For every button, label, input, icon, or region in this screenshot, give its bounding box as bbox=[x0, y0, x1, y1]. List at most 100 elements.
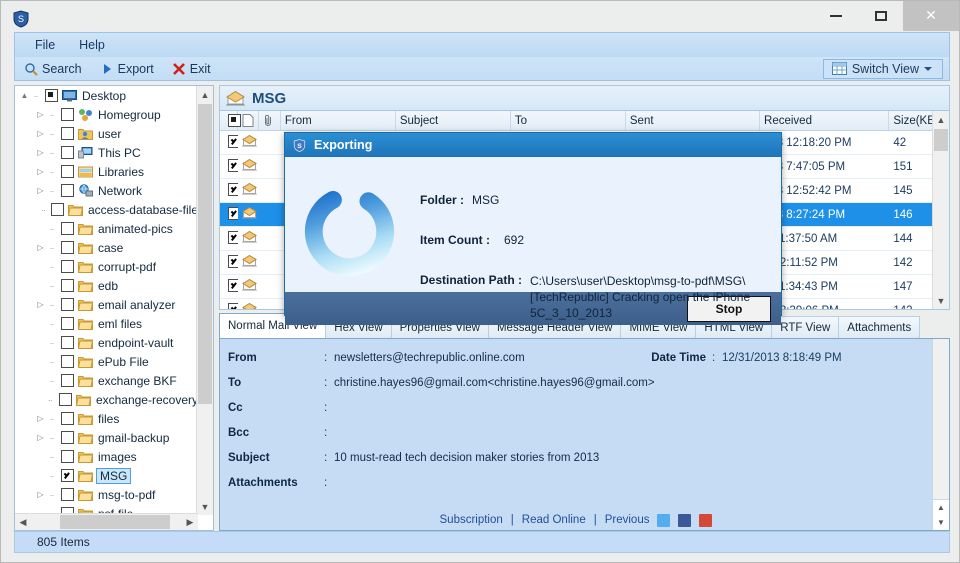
tree-checkbox[interactable] bbox=[61, 184, 74, 197]
tree-checkbox[interactable] bbox=[58, 393, 72, 406]
tree-item-endpoint-vault[interactable]: ·· endpoint-vault bbox=[15, 333, 198, 352]
grid-vertical-scrollbar[interactable]: ▲ ▼ bbox=[932, 111, 949, 309]
row-checkbox[interactable] bbox=[220, 302, 238, 309]
close-button[interactable]: ✕ bbox=[903, 1, 959, 31]
expander-icon[interactable]: ▷ bbox=[35, 432, 46, 443]
row-checkbox[interactable] bbox=[220, 134, 238, 151]
grid-scroll-thumb[interactable] bbox=[934, 129, 948, 151]
googleplus-icon[interactable] bbox=[699, 513, 713, 527]
expander-icon[interactable]: ▷ bbox=[35, 299, 46, 310]
folder-tree[interactable]: ▲ ·· Desktop ▷ ·· Homegroup ▷ ·· user ▷ ·· This PC ▷… bbox=[15, 86, 198, 515]
tree-checkbox[interactable] bbox=[61, 431, 74, 444]
grid-column-header[interactable]: From bbox=[281, 111, 396, 130]
expander-icon[interactable]: ▷ bbox=[35, 166, 46, 177]
tree-item-images[interactable]: ·· images bbox=[15, 447, 198, 466]
tree-checkbox[interactable] bbox=[61, 412, 74, 425]
expander-icon[interactable]: ▷ bbox=[35, 489, 46, 500]
twitter-icon[interactable] bbox=[657, 513, 671, 527]
exit-button[interactable]: Exit bbox=[163, 60, 220, 78]
expander-icon[interactable]: ▷ bbox=[35, 242, 46, 253]
tree-item-libraries[interactable]: ▷ ·· Libraries bbox=[15, 162, 198, 181]
tree-item-exchange-bkf[interactable]: ·· exchange BKF bbox=[15, 371, 198, 390]
tree-checkbox[interactable] bbox=[50, 203, 64, 216]
tree-checkbox[interactable] bbox=[61, 298, 74, 311]
export-button[interactable]: Export bbox=[91, 60, 163, 78]
expander-icon[interactable]: ▷ bbox=[35, 147, 46, 158]
tree-item-msg-to-pdf[interactable]: ▷ ·· msg-to-pdf bbox=[15, 485, 198, 504]
tree-checkbox[interactable] bbox=[61, 241, 74, 254]
row-checkbox-box[interactable] bbox=[228, 182, 238, 196]
tree-checkbox[interactable] bbox=[61, 488, 74, 501]
preview-scroll-up-button[interactable]: ▲ bbox=[933, 499, 949, 515]
tree-checkbox[interactable] bbox=[61, 450, 74, 463]
tree-item-eml-files[interactable]: ·· eml files bbox=[15, 314, 198, 333]
minimize-button[interactable] bbox=[813, 1, 858, 31]
tree-item-case[interactable]: ▷ ·· case bbox=[15, 238, 198, 257]
row-checkbox[interactable] bbox=[220, 158, 238, 175]
grid-column-header[interactable] bbox=[238, 111, 260, 130]
tree-checkbox[interactable] bbox=[61, 222, 74, 235]
tree-checkbox[interactable] bbox=[61, 165, 74, 178]
tree-checkbox[interactable] bbox=[61, 127, 74, 140]
expander-icon[interactable]: ▷ bbox=[35, 109, 46, 120]
tree-item-corrupt-pdf[interactable]: ·· corrupt-pdf bbox=[15, 257, 198, 276]
grid-column-header[interactable] bbox=[220, 111, 241, 130]
switch-view-button[interactable]: Switch View bbox=[822, 58, 943, 79]
tree-vertical-scrollbar[interactable]: ▲ ▼ bbox=[196, 86, 213, 515]
link-previous[interactable]: Previous bbox=[605, 514, 650, 526]
preview-vertical-scrollbar[interactable]: ▲ ▼ bbox=[932, 339, 949, 530]
tree-checkbox[interactable] bbox=[61, 146, 74, 159]
grid-column-header[interactable] bbox=[259, 111, 281, 130]
tree-item-files[interactable]: ▷ ·· files bbox=[15, 409, 198, 428]
menu-item-file[interactable]: File bbox=[23, 35, 67, 55]
tree-scroll-left-button[interactable]: ◀ bbox=[15, 514, 31, 530]
tree-checkbox[interactable] bbox=[61, 469, 74, 482]
row-checkbox-box[interactable] bbox=[228, 134, 238, 148]
row-checkbox-box[interactable] bbox=[228, 278, 238, 292]
expander-icon[interactable]: ▷ bbox=[35, 413, 46, 424]
tree-item-user[interactable]: ▷ ·· user bbox=[15, 124, 198, 143]
menu-item-help[interactable]: Help bbox=[67, 35, 117, 55]
tree-item-this-pc[interactable]: ▷ ·· This PC bbox=[15, 143, 198, 162]
tree-item-homegroup[interactable]: ▷ ·· Homegroup bbox=[15, 105, 198, 124]
facebook-icon[interactable] bbox=[678, 513, 692, 527]
tree-scroll-up-button[interactable]: ▲ bbox=[197, 86, 213, 103]
link-subscription[interactable]: Subscription bbox=[440, 514, 503, 526]
tree-item-desktop[interactable]: ▲ ·· Desktop bbox=[15, 86, 198, 105]
preview-scroll-down-button[interactable]: ▼ bbox=[933, 515, 949, 530]
tree-item-exchange-recovery[interactable]: ·· exchange-recovery bbox=[15, 390, 198, 409]
tree-item-email-analyzer[interactable]: ▷ ·· email analyzer bbox=[15, 295, 198, 314]
grid-scroll-down-button[interactable]: ▼ bbox=[933, 292, 949, 309]
maximize-button[interactable] bbox=[858, 1, 903, 31]
link-read-online[interactable]: Read Online bbox=[522, 514, 586, 526]
expander-icon[interactable]: ▷ bbox=[35, 185, 46, 196]
row-checkbox[interactable] bbox=[220, 206, 238, 223]
row-checkbox-box[interactable] bbox=[228, 206, 238, 220]
row-checkbox-box[interactable] bbox=[228, 230, 238, 244]
expander-icon[interactable]: ▲ bbox=[19, 90, 30, 101]
tree-scroll-down-button[interactable]: ▼ bbox=[197, 498, 213, 515]
tree-item-animated-pics[interactable]: ·· animated-pics bbox=[15, 219, 198, 238]
row-checkbox-box[interactable] bbox=[228, 158, 238, 172]
row-checkbox[interactable] bbox=[220, 254, 238, 271]
expander-icon[interactable]: ▷ bbox=[35, 128, 46, 139]
tree-checkbox[interactable] bbox=[61, 317, 74, 330]
row-checkbox[interactable] bbox=[220, 182, 238, 199]
grid-column-header[interactable]: Received bbox=[760, 111, 890, 130]
tree-item-network[interactable]: ▷ ·· Network bbox=[15, 181, 198, 200]
tab-attachments[interactable]: Attachments bbox=[838, 316, 921, 338]
tree-item-msg[interactable]: ·· MSG bbox=[15, 466, 198, 485]
select-all-checkbox[interactable] bbox=[228, 114, 241, 127]
tree-scroll-right-button[interactable]: ▶ bbox=[182, 514, 198, 530]
tree-checkbox[interactable] bbox=[61, 279, 74, 292]
tree-item-epub-file[interactable]: ·· ePub File bbox=[15, 352, 198, 371]
row-checkbox[interactable] bbox=[220, 278, 238, 295]
tree-scroll-thumb[interactable] bbox=[198, 104, 212, 404]
tree-checkbox[interactable] bbox=[61, 108, 74, 121]
grid-scroll-up-button[interactable]: ▲ bbox=[933, 111, 949, 128]
tree-checkbox[interactable] bbox=[61, 260, 74, 273]
tab-rtf-view[interactable]: RTF View bbox=[771, 316, 840, 338]
tree-horizontal-scrollbar[interactable]: ◀ ▶ bbox=[15, 513, 198, 530]
tree-item-gmail-backup[interactable]: ▷ ·· gmail-backup bbox=[15, 428, 198, 447]
row-checkbox-box[interactable] bbox=[228, 254, 238, 268]
